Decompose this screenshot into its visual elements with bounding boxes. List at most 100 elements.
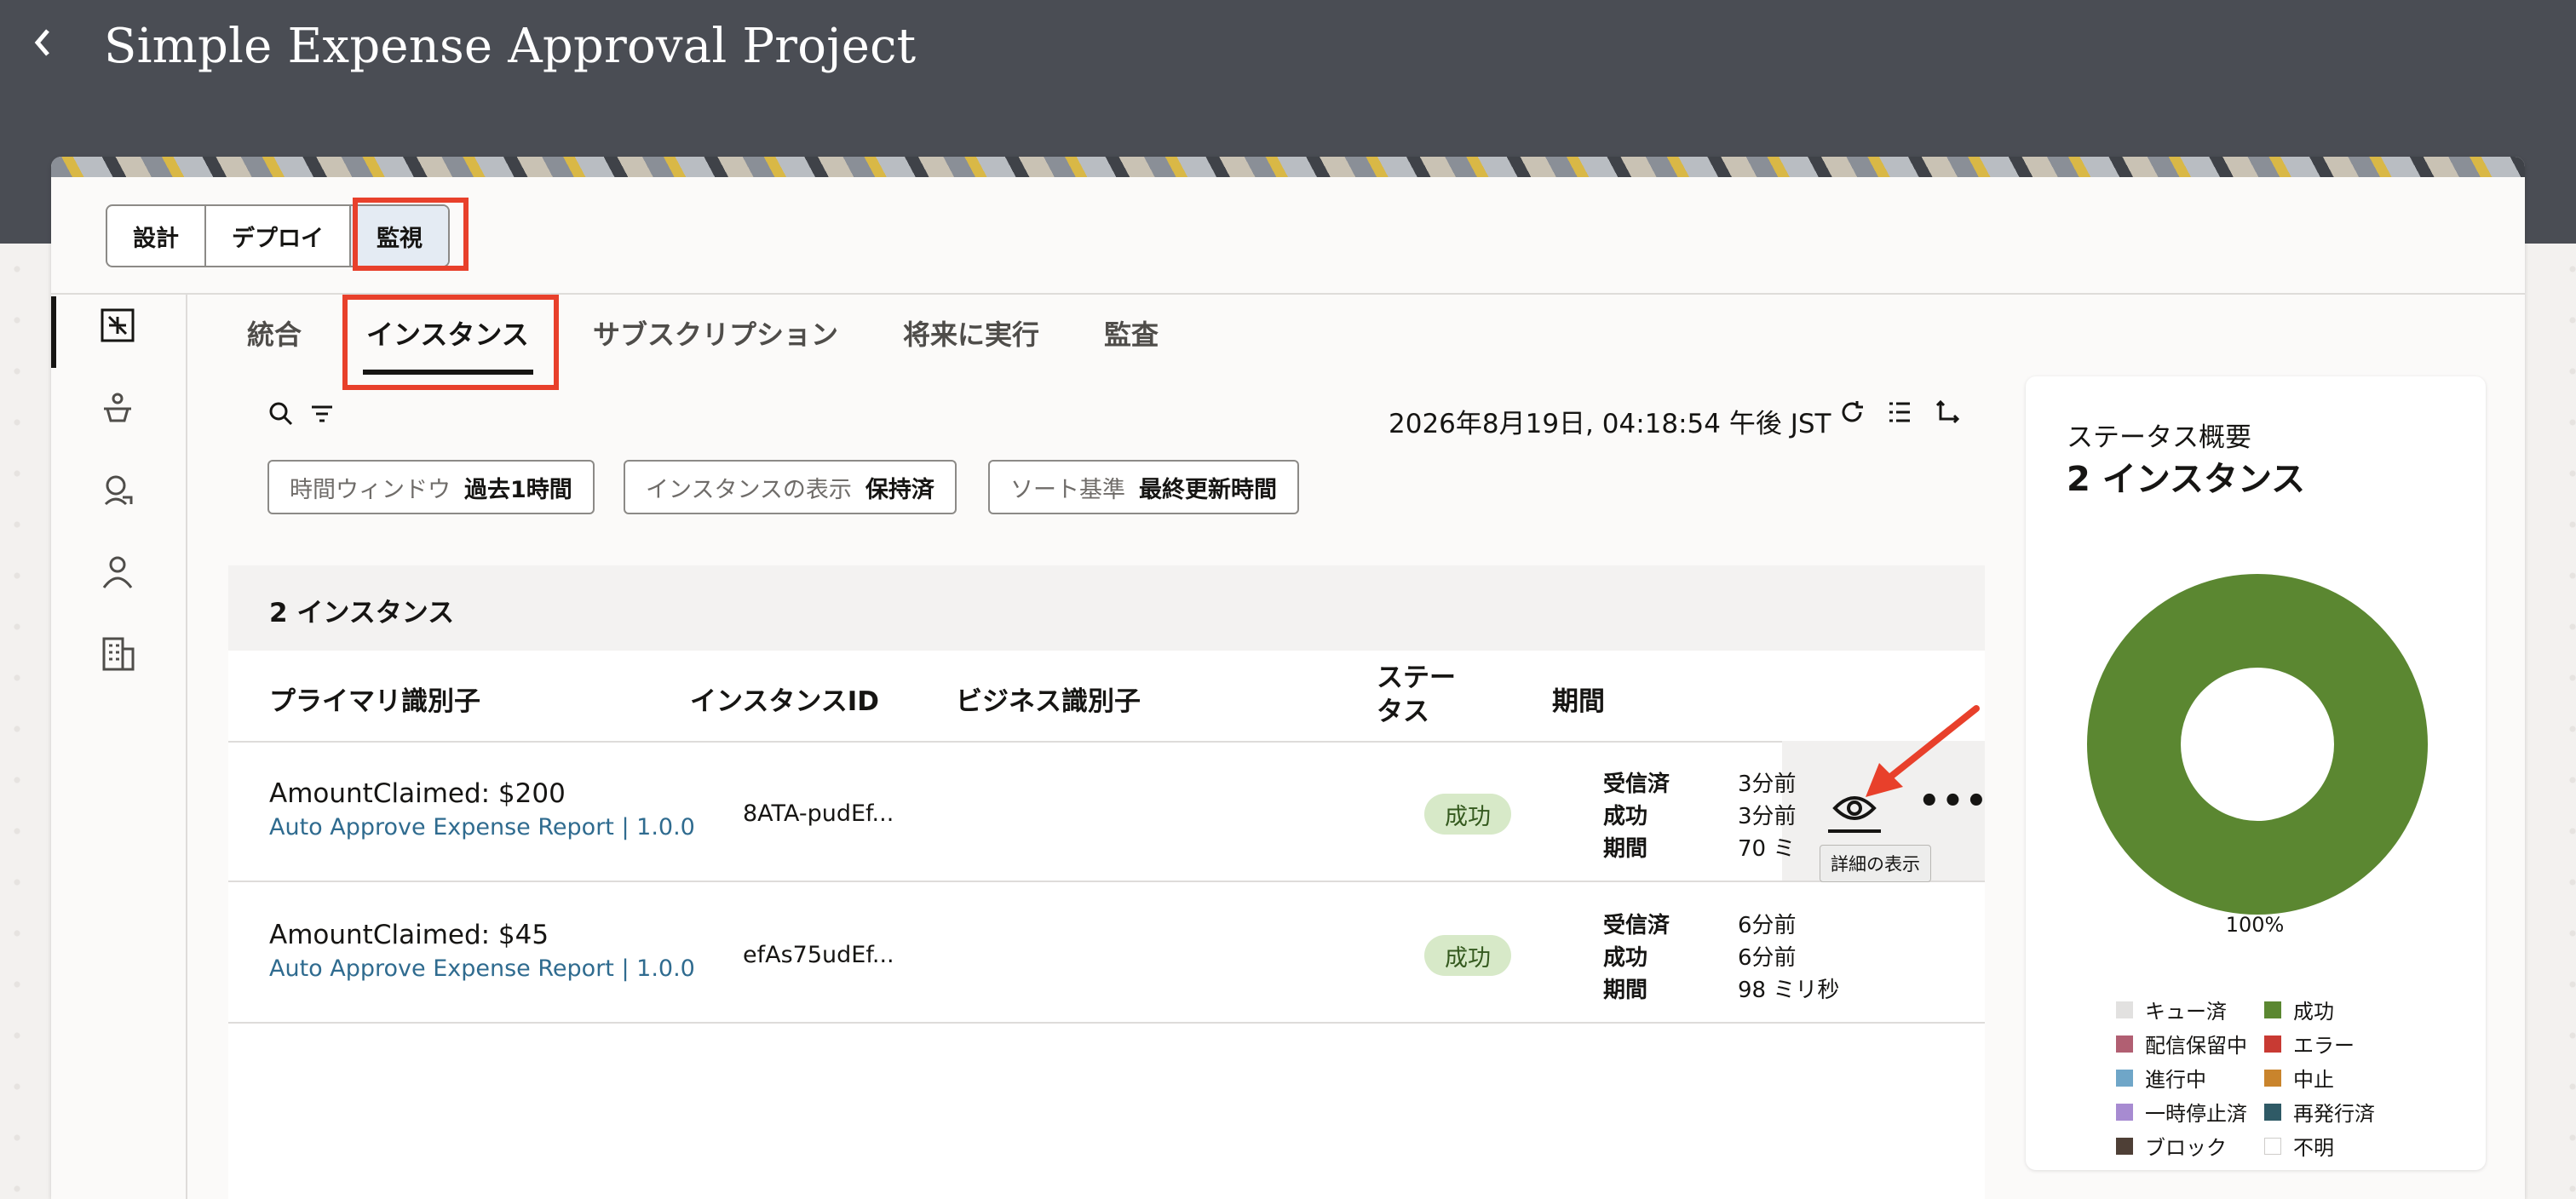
refresh-icon[interactable]: [1838, 399, 1866, 426]
legend-label: 配信保留中: [2145, 1034, 2247, 1058]
legend-swatch: [2116, 1137, 2133, 1155]
duration-label: 期間: [1603, 836, 1648, 862]
row-instance-id[interactable]: 8ATA-pudEf...: [743, 800, 894, 827]
legend-item: 成功: [2264, 995, 2334, 1024]
row-primary-id: AmountClaimed: $45: [269, 920, 549, 950]
trace-icon[interactable]: [1934, 399, 1961, 426]
robot-icon[interactable]: [97, 470, 138, 511]
tab-design[interactable]: 設計: [107, 206, 206, 266]
success-value: 6分前: [1738, 945, 1797, 971]
legend-item: 一時停止済: [2116, 1097, 2247, 1127]
legend-item: 再発行済: [2264, 1097, 2375, 1127]
duration-value: 98 ミリ秒: [1738, 978, 1840, 1003]
row-divider: [228, 741, 1985, 743]
legend-swatch: [2264, 1137, 2281, 1155]
status-summary-count: 2 インスタンス: [2067, 460, 2306, 499]
received-value: 6分前: [1738, 913, 1797, 938]
donut-slice-1[interactable]: [2087, 574, 2428, 915]
success-label: 成功: [1603, 945, 1648, 971]
building-icon[interactable]: [97, 634, 138, 674]
chip-value: 保持済: [865, 476, 934, 503]
highlight-box-instances: [342, 295, 559, 390]
column-header-instance-id[interactable]: インスタンスID: [690, 680, 879, 718]
filter-icon[interactable]: [308, 400, 336, 427]
column-header-status[interactable]: ステー タス: [1377, 661, 1456, 729]
tab-deploy[interactable]: デプロイ: [206, 206, 351, 266]
legend-item: 中止: [2264, 1063, 2334, 1093]
subtab-integrations[interactable]: 統合: [247, 313, 302, 353]
legend-label: キュー済: [2145, 1000, 2227, 1024]
user-icon[interactable]: [97, 552, 138, 593]
row-divider: [228, 881, 1985, 882]
chip-value: 過去1時間: [464, 476, 572, 503]
time-window-filter[interactable]: 時間ウィンドウ 過去1時間: [267, 460, 595, 514]
status-badge: 成功: [1424, 794, 1511, 835]
project-title: Simple Expense Approval Project: [104, 19, 917, 74]
legend-swatch: [2264, 1069, 2281, 1087]
column-header-duration[interactable]: 期間: [1552, 680, 1605, 718]
subtab-scheduled[interactable]: 将来に実行: [903, 313, 1039, 353]
chip-value: 最終更新時間: [1139, 476, 1277, 503]
table-count: 2 インスタンス: [269, 598, 455, 628]
main-card: 設計 デプロイ 監視 統合 インスタンス サブスクリプション 将来に実行 監査 …: [51, 157, 2525, 1199]
status-header-line2: タス: [1377, 697, 1429, 727]
legend-label: 成功: [2293, 1000, 2334, 1024]
row-integration-link[interactable]: Auto Approve Expense Report | 1.0.0: [269, 814, 695, 840]
received-label: 受信済: [1603, 913, 1670, 938]
highlight-box-monitor: [353, 198, 469, 271]
status-summary-card: ステータス概要 2 インスタンス 100% キュー済 成功配信保留中 エラー進行中 中…: [2026, 376, 2486, 1170]
view-details-underline: [1828, 829, 1881, 833]
legend-swatch: [2264, 1035, 2281, 1053]
legend-item: キュー済: [2116, 995, 2227, 1024]
sort-filter[interactable]: ソート基準 最終更新時間: [988, 460, 1299, 514]
legend-label: 不明: [2293, 1136, 2334, 1160]
legend-label: 再発行済: [2293, 1102, 2375, 1126]
decorative-banner: [51, 157, 2525, 177]
column-header-primary[interactable]: プライマリ識別子: [269, 680, 480, 718]
row-primary-id: AmountClaimed: $200: [269, 778, 566, 809]
instance-display-filter[interactable]: インスタンスの表示 保持済: [624, 460, 957, 514]
legend-swatch: [2116, 1001, 2133, 1018]
search-icon[interactable]: [267, 400, 295, 427]
legend-item: エラー: [2264, 1029, 2355, 1058]
legend-item: 配信保留中: [2116, 1029, 2247, 1058]
row-integration-link[interactable]: Auto Approve Expense Report | 1.0.0: [269, 955, 695, 982]
column-header-business[interactable]: ビジネス識別子: [956, 680, 1141, 718]
subtab-audit[interactable]: 監査: [1104, 313, 1159, 353]
legend-label: エラー: [2293, 1034, 2355, 1058]
rail-active-indicator: [51, 296, 56, 368]
status-header-line1: ステー: [1377, 663, 1456, 693]
status-donut-chart: [2087, 574, 2428, 915]
legend-swatch: [2116, 1103, 2133, 1121]
back-button[interactable]: [26, 26, 60, 70]
red-arrow-annotation: [1866, 705, 1980, 797]
duration-label: 期間: [1603, 978, 1648, 1003]
chip-key: インスタンスの表示: [646, 476, 852, 503]
row-divider: [228, 1022, 1985, 1024]
legend-label: ブロック: [2145, 1136, 2227, 1160]
chip-key: ソート基準: [1010, 476, 1125, 503]
subtab-subscriptions[interactable]: サブスクリプション: [593, 313, 838, 353]
last-refresh-timestamp: 2026年8月19日, 04:18:54 午後 JST: [1389, 409, 1831, 439]
legend-label: 一時停止済: [2145, 1102, 2247, 1126]
duration-value: 70 ミ: [1738, 836, 1796, 862]
row-instance-id[interactable]: efAs75udEf...: [743, 942, 894, 968]
success-label: 成功: [1603, 804, 1648, 829]
donut-percent-label: 100%: [2225, 913, 2285, 937]
legend-swatch: [2264, 1103, 2281, 1121]
legend-swatch: [2264, 1001, 2281, 1018]
received-value: 3分前: [1738, 772, 1797, 797]
view-details-tooltip: 詳細の表示: [1820, 845, 1931, 882]
instances-table: 2 インスタンス プライマリ識別子 インスタンスID ビジネス識別子 ステー タ…: [228, 565, 1985, 1199]
status-summary-title: ステータス概要: [2067, 422, 2251, 453]
legend-label: 中止: [2293, 1068, 2334, 1092]
legend-label: 進行中: [2145, 1068, 2206, 1092]
legend-swatch: [2116, 1035, 2133, 1053]
received-label: 受信済: [1603, 772, 1670, 797]
legend-item: 不明: [2264, 1131, 2334, 1161]
table-count-band: [228, 565, 1985, 651]
list-view-icon[interactable]: [1886, 399, 1913, 426]
agent-icon[interactable]: [97, 388, 138, 429]
integrations-icon[interactable]: [97, 305, 138, 346]
chevron-left-icon: [34, 29, 49, 56]
